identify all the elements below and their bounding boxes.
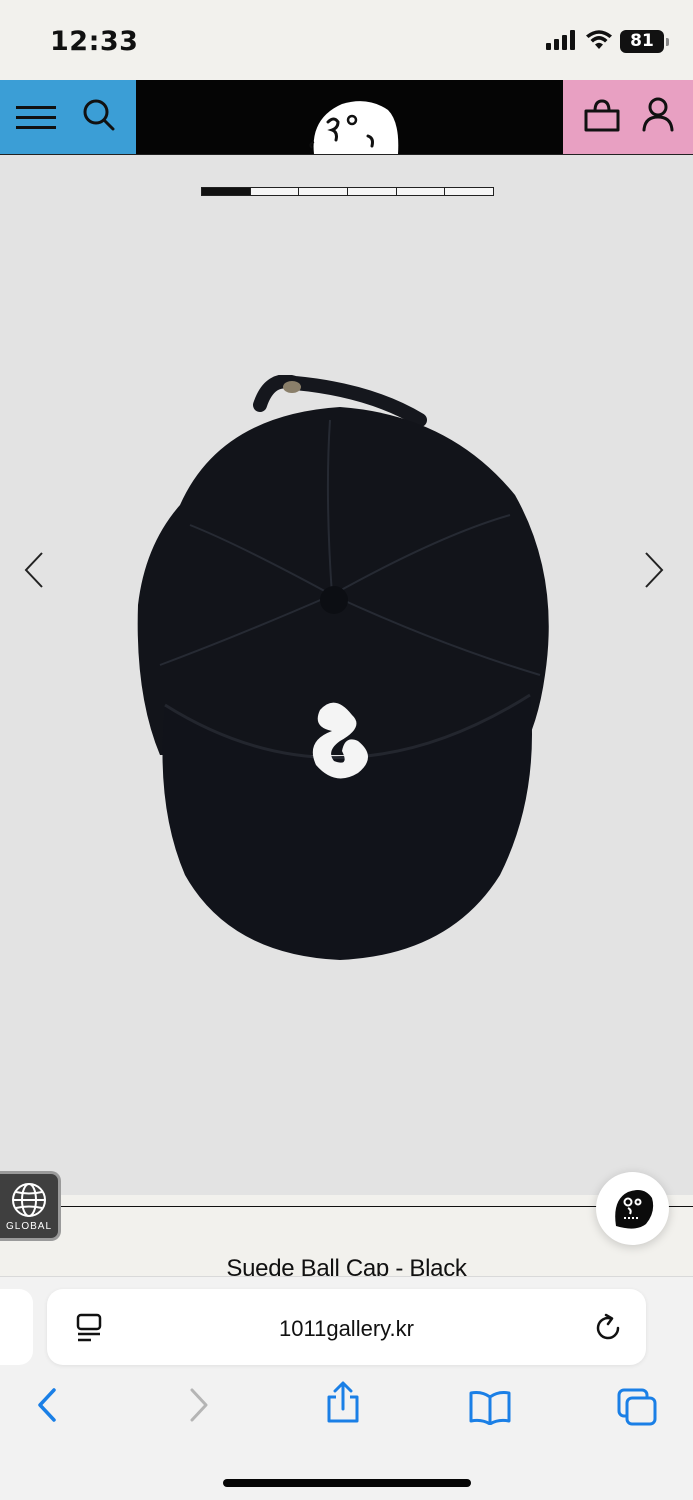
logo-face-icon[interactable] (308, 100, 400, 154)
status-bar: 12:33 81 (0, 0, 693, 80)
address-bar[interactable]: 1011gallery.kr (47, 1289, 646, 1365)
cellular-signal-icon (546, 30, 575, 50)
search-icon[interactable] (82, 98, 116, 132)
status-time: 12:33 (50, 26, 139, 57)
globe-icon (12, 1183, 46, 1217)
header-right-panel (563, 80, 693, 154)
hamburger-menu-icon[interactable] (16, 104, 58, 132)
product-image-cap (137, 375, 549, 960)
wifi-icon (586, 30, 612, 49)
slide-indicator-segment (251, 188, 300, 195)
user-account-icon[interactable] (641, 96, 675, 132)
product-info-section: Suede Ball Cap - Black (0, 1195, 693, 1282)
tabs-icon[interactable] (616, 1387, 658, 1427)
site-header (0, 80, 693, 155)
slide-progress-indicator (201, 187, 494, 196)
chevron-left-icon[interactable] (20, 550, 50, 590)
global-site-button[interactable]: GLOBAL (0, 1171, 61, 1241)
header-left-panel (0, 80, 136, 154)
home-indicator (223, 1479, 471, 1487)
chat-face-icon (615, 1190, 654, 1229)
forward-icon[interactable] (184, 1385, 212, 1425)
reload-icon[interactable] (593, 1313, 623, 1343)
previous-tab-peek[interactable] (0, 1289, 33, 1365)
slide-indicator-segment (445, 188, 493, 195)
share-icon[interactable] (325, 1381, 361, 1425)
slide-indicator-segment (202, 188, 251, 195)
chevron-right-icon[interactable] (638, 550, 668, 590)
slide-indicator-segment (348, 188, 397, 195)
browser-toolbar: 1011gallery.kr (0, 1276, 693, 1500)
slide-indicator-segment (397, 188, 446, 195)
bookmarks-icon[interactable] (468, 1389, 512, 1425)
global-label: GLOBAL (5, 1221, 53, 1232)
product-image-gallery[interactable] (0, 155, 693, 1195)
slide-indicator-segment (299, 188, 349, 195)
shopping-bag-icon[interactable] (583, 98, 621, 134)
battery-icon: 81 (620, 30, 669, 53)
url-text[interactable]: 1011gallery.kr (47, 1316, 646, 1342)
chat-button[interactable] (596, 1172, 669, 1245)
back-icon[interactable] (34, 1385, 62, 1425)
